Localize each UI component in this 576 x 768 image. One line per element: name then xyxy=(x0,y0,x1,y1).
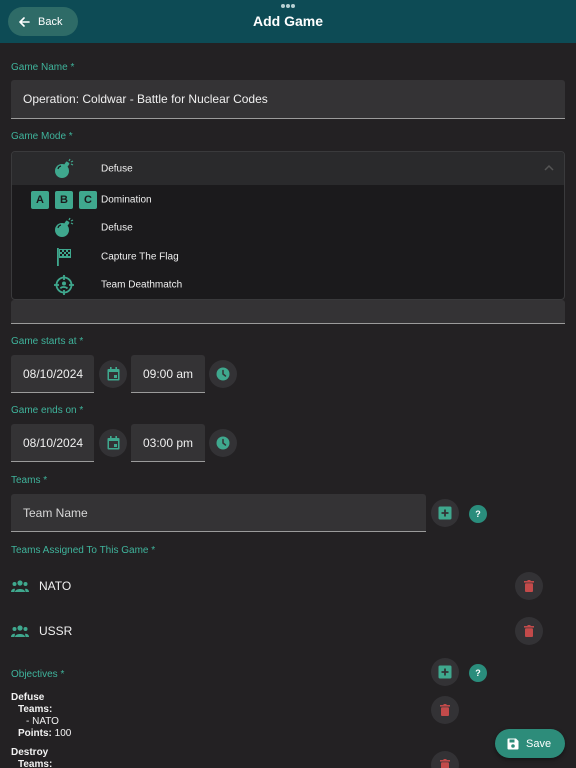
objective-title: Destroy xyxy=(11,747,49,758)
objectives-label: Objectives * xyxy=(11,669,65,680)
objective-team: - NATO xyxy=(26,716,59,727)
delete-team-button[interactable] xyxy=(515,617,543,645)
app-header: Add Game Back xyxy=(0,0,576,43)
teams-assigned-label: Teams Assigned To This Game * xyxy=(11,545,156,556)
plus-box-icon xyxy=(438,665,452,679)
team-name-input[interactable]: Team Name xyxy=(11,494,426,532)
trash-icon xyxy=(440,759,450,768)
delete-objective-button[interactable] xyxy=(431,751,459,768)
plus-box-icon xyxy=(438,506,452,520)
objective-item: Defuse Teams: - NATO Points: 100 xyxy=(11,692,71,740)
trash-icon xyxy=(524,625,534,637)
bomb-icon xyxy=(24,217,104,239)
end-date-input[interactable]: 08/10/2024 xyxy=(11,424,94,462)
game-mode-field-underlay xyxy=(11,300,565,324)
calendar-icon xyxy=(107,367,119,381)
crosshair-person-icon xyxy=(24,274,104,296)
game-starts-label: Game starts at * xyxy=(11,336,84,347)
objective-teams-label: Teams: xyxy=(18,759,53,768)
option-label: Defuse xyxy=(101,222,133,234)
save-label: Save xyxy=(526,737,552,750)
game-mode-dropdown[interactable]: Defuse A B C Domination Defuse Capture T… xyxy=(11,151,565,300)
game-ends-label: Game ends on * xyxy=(11,405,84,416)
objectives-help-button[interactable]: ? xyxy=(469,664,487,682)
game-mode-selected-label: Defuse xyxy=(101,163,133,174)
objective-title: Defuse xyxy=(11,692,45,703)
option-label: Capture The Flag xyxy=(101,251,179,263)
group-icon xyxy=(11,625,29,637)
end-time-input[interactable]: 03:00 pm xyxy=(131,424,205,462)
add-objective-button[interactable] xyxy=(431,658,459,686)
team-name: USSR xyxy=(39,624,73,638)
team-name: NATO xyxy=(39,579,72,593)
game-mode-selected[interactable]: Defuse xyxy=(12,152,564,185)
bomb-icon xyxy=(24,158,104,180)
teams-label: Teams * xyxy=(11,475,48,486)
back-label: Back xyxy=(38,15,63,28)
objective-teams-label: Teams: xyxy=(18,704,53,715)
game-name-label: Game Name * xyxy=(11,62,75,73)
start-date-picker-button[interactable] xyxy=(99,360,127,388)
option-label: Team Deathmatch xyxy=(101,279,183,291)
end-date-picker-button[interactable] xyxy=(99,429,127,457)
clock-icon xyxy=(216,367,230,381)
option-label: Domination xyxy=(101,194,152,206)
add-team-button[interactable] xyxy=(431,499,459,527)
objective-points-label: Points: xyxy=(18,728,52,739)
chevron-up-icon[interactable] xyxy=(544,164,554,171)
game-name-input[interactable]: Operation: Coldwar - Battle for Nuclear … xyxy=(11,80,565,119)
trash-icon xyxy=(524,580,534,592)
game-mode-option-team-deathmatch[interactable]: Team Deathmatch xyxy=(12,271,564,299)
game-mode-option-domination[interactable]: A B C Domination xyxy=(12,186,564,214)
delete-objective-button[interactable] xyxy=(431,696,459,724)
flag-icon xyxy=(24,247,104,267)
calendar-icon xyxy=(107,436,119,450)
save-button[interactable]: Save xyxy=(495,729,565,758)
start-date-input[interactable]: 08/10/2024 xyxy=(11,355,94,393)
teams-help-button[interactable]: ? xyxy=(469,505,487,523)
game-mode-option-capture-the-flag[interactable]: Capture The Flag xyxy=(12,243,564,271)
group-icon xyxy=(11,580,29,592)
end-time-picker-button[interactable] xyxy=(209,429,237,457)
assigned-team-row: USSR xyxy=(11,617,551,645)
arrow-left-icon xyxy=(19,16,30,27)
assigned-team-row: NATO xyxy=(11,572,551,600)
back-button[interactable]: Back xyxy=(8,7,78,36)
delete-team-button[interactable] xyxy=(515,572,543,600)
clock-icon xyxy=(216,436,230,450)
trash-icon xyxy=(440,704,450,716)
game-mode-label: Game Mode * xyxy=(11,131,73,142)
page-title: Add Game xyxy=(252,13,323,29)
abc-letters-icon: A B C xyxy=(24,191,104,209)
start-time-picker-button[interactable] xyxy=(209,360,237,388)
game-mode-option-defuse[interactable]: Defuse xyxy=(12,214,564,242)
start-time-input[interactable]: 09:00 am xyxy=(131,355,205,393)
objective-item: Destroy Teams: xyxy=(11,747,52,768)
floppy-disk-icon xyxy=(507,738,519,749)
objective-points-value: 100 xyxy=(54,728,72,739)
